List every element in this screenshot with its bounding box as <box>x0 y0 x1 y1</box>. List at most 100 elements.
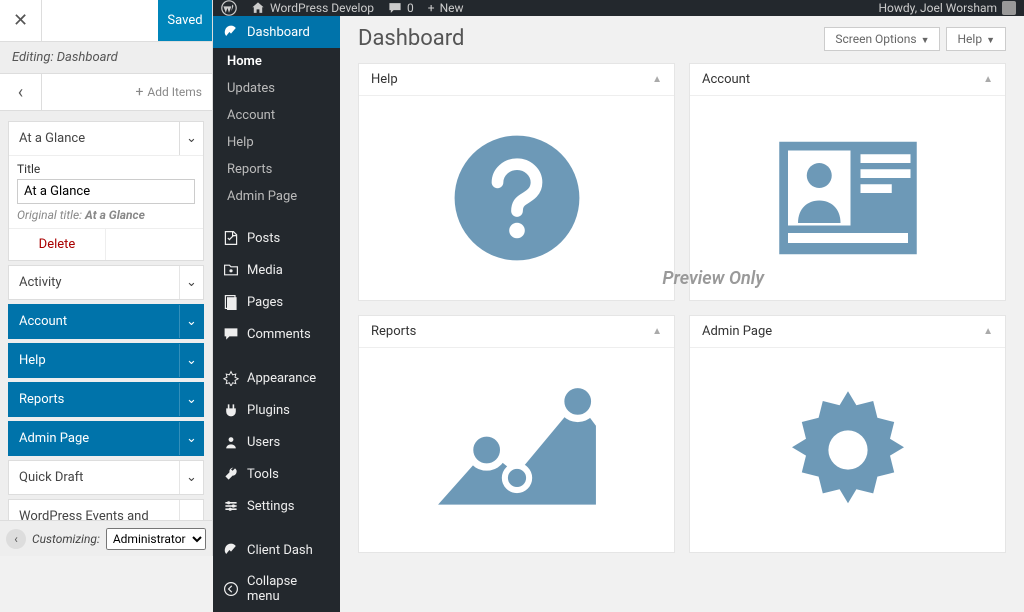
menu-users[interactable]: Users <box>213 426 340 458</box>
customizer-footer: ‹ Customizing: Administrator <box>0 520 212 556</box>
box-title: Help <box>371 72 398 87</box>
admin-bar: WordPress Develop 0 + New Howdy, Joel Wo… <box>213 0 1024 16</box>
customizing-label: Customizing: <box>32 532 100 546</box>
settings-icon <box>223 498 239 514</box>
box-body <box>359 348 674 552</box>
box-body <box>690 348 1005 552</box>
customizer-bar: ‹ + Add Items <box>0 73 212 111</box>
plus-icon: + <box>428 1 435 15</box>
howdy-link[interactable]: Howdy, Joel Worsham <box>878 1 1016 15</box>
widget-label: Quick Draft <box>9 461 179 494</box>
back-circle-button[interactable]: ‹ <box>6 529 26 549</box>
menu-plugins[interactable]: Plugins <box>213 394 340 426</box>
widget-label: WordPress Events and News <box>9 500 179 520</box>
appearance-icon <box>223 370 239 386</box>
plugins-icon <box>223 402 239 418</box>
menu-media[interactable]: Media <box>213 254 340 286</box>
menu-client-dash[interactable]: Client Dash <box>213 534 340 566</box>
dashboard-content: Dashboard Screen Options▼ Help▼ Help▲Acc… <box>340 16 1024 612</box>
menu-pages[interactable]: Pages <box>213 286 340 318</box>
screen-options-button[interactable]: Screen Options▼ <box>824 27 940 51</box>
chevron-down-icon[interactable]: ⌄ <box>179 122 203 155</box>
toggle-icon[interactable]: ▲ <box>652 326 662 337</box>
chevron-down-icon[interactable]: ⌄ <box>179 461 203 494</box>
comments-link[interactable]: 0 <box>388 1 414 15</box>
role-select[interactable]: Administrator <box>106 528 206 550</box>
widget-label: Help <box>9 344 179 377</box>
wp-logo[interactable] <box>221 0 237 16</box>
toggle-icon[interactable]: ▲ <box>983 74 993 85</box>
chevron-down-icon[interactable]: ⌄ <box>179 305 203 338</box>
chevron-down-icon[interactable]: ⌄ <box>179 500 203 520</box>
menu-dashboard[interactable]: Dashboard <box>213 16 340 48</box>
title-input[interactable] <box>17 179 195 204</box>
dashboard-box-reports: Reports ▲ <box>358 315 675 553</box>
wordpress-icon <box>221 0 237 16</box>
add-items-button[interactable]: + Add Items <box>42 74 212 110</box>
widget-row[interactable]: Quick Draft⌄ <box>8 460 204 495</box>
submenu-reports[interactable]: Reports <box>213 156 340 183</box>
widget-row[interactable]: Help⌄ <box>8 343 204 378</box>
customizer-header: ✕ Saved <box>0 0 212 42</box>
new-link[interactable]: + New <box>428 1 464 15</box>
widget-row[interactable]: WordPress Events and News⌄ <box>8 499 204 520</box>
submenu-help[interactable]: Help <box>213 129 340 156</box>
tools-icon <box>223 466 239 482</box>
help-button[interactable]: Help▼ <box>946 27 1006 51</box>
comments-icon <box>223 326 239 342</box>
widget-row[interactable]: Reports⌄ <box>8 382 204 417</box>
media-icon <box>223 262 239 278</box>
users-icon <box>223 434 239 450</box>
widget-editor: At a Glance ⌄ Title Original title: At a… <box>8 121 204 261</box>
customizer-panel: ✕ Saved Editing: Dashboard ‹ + Add Items… <box>0 0 213 556</box>
box-body <box>359 96 674 300</box>
original-title: Original title: At a Glance <box>17 208 195 222</box>
widget-row[interactable]: Activity⌄ <box>8 265 204 300</box>
submenu-updates[interactable]: Updates <box>213 75 340 102</box>
widget-row[interactable]: Admin Page⌄ <box>8 421 204 456</box>
dashboard-icon <box>223 24 239 40</box>
widget-row[interactable]: Account⌄ <box>8 304 204 339</box>
close-button[interactable]: ✕ <box>0 0 42 41</box>
widget-label: Activity <box>9 266 179 299</box>
pages-icon <box>223 294 239 310</box>
submenu-admin-page[interactable]: Admin Page <box>213 183 340 210</box>
menu-tools[interactable]: Tools <box>213 458 340 490</box>
chevron-down-icon[interactable]: ⌄ <box>179 383 203 416</box>
menu-comments[interactable]: Comments <box>213 318 340 350</box>
box-title: Account <box>702 72 750 87</box>
back-button[interactable]: ‹ <box>0 74 42 110</box>
widget-label: Reports <box>9 383 179 416</box>
widget-editor-title: At a Glance <box>9 122 179 155</box>
comment-icon <box>388 1 402 15</box>
submenu-home[interactable]: Home <box>213 48 340 75</box>
dashboard-box-admin-page: Admin Page ▲ <box>689 315 1006 553</box>
title-field-label: Title <box>17 162 195 176</box>
site-link[interactable]: WordPress Develop <box>251 1 374 15</box>
toggle-icon[interactable]: ▲ <box>652 74 662 85</box>
home-icon <box>251 1 265 15</box>
widget-list: At a Glance ⌄ Title Original title: At a… <box>0 111 212 520</box>
collapse-menu-icon <box>223 581 239 597</box>
chevron-down-icon[interactable]: ⌄ <box>179 344 203 377</box>
delete-button[interactable]: Delete <box>9 229 106 260</box>
page-title: Dashboard <box>358 26 818 51</box>
toggle-icon[interactable]: ▲ <box>983 326 993 337</box>
box-title: Admin Page <box>702 324 772 339</box>
chevron-down-icon[interactable]: ⌄ <box>179 266 203 299</box>
menu-posts[interactable]: Posts <box>213 222 340 254</box>
submenu-account[interactable]: Account <box>213 102 340 129</box>
chevron-down-icon[interactable]: ⌄ <box>179 422 203 455</box>
dashboard-box-help: Help ▲ <box>358 63 675 301</box>
box-title: Reports <box>371 324 416 339</box>
dashboard-box-account: Account ▲ <box>689 63 1006 301</box>
box-body <box>690 96 1005 300</box>
preview-pane: WordPress Develop 0 + New Howdy, Joel Wo… <box>213 0 1024 556</box>
wp-admin-menu: Dashboard HomeUpdatesAccountHelpReportsA… <box>213 16 340 612</box>
saved-status: Saved <box>158 0 212 41</box>
menu-appearance[interactable]: Appearance <box>213 362 340 394</box>
widget-label: Account <box>9 305 179 338</box>
avatar <box>1002 1 1016 15</box>
menu-collapse-menu[interactable]: Collapse menu <box>213 566 340 612</box>
menu-settings[interactable]: Settings <box>213 490 340 522</box>
